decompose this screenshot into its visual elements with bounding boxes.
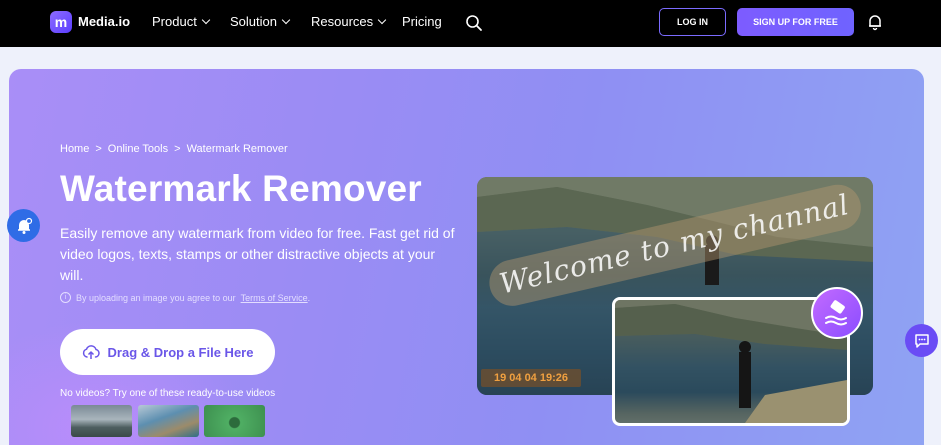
hero-description: Easily remove any watermark from video f…: [60, 225, 455, 283]
search-icon[interactable]: [465, 14, 483, 32]
upload-label: Drag & Drop a File Here: [107, 344, 254, 360]
upload-button[interactable]: Drag & Drop a File Here: [60, 329, 275, 375]
sample-video-thumbnail[interactable]: [71, 405, 132, 437]
bell-icon[interactable]: [866, 13, 884, 31]
breadcrumb-online-tools[interactable]: Online Tools: [108, 143, 168, 155]
terms-of-service-link[interactable]: Terms of Service: [241, 293, 308, 303]
eraser-icon: [811, 287, 863, 339]
nav-item-label: Pricing: [402, 14, 442, 29]
notification-bell-button[interactable]: [7, 209, 40, 242]
date-stamp: 19 04 04 19:26: [481, 369, 581, 387]
terms-notice: i By uploading an image you agree to our…: [60, 292, 310, 303]
nav-item-label: Product: [152, 14, 197, 29]
chevron-down-icon: [201, 15, 211, 24]
chevron-down-icon: [281, 15, 291, 24]
cloud-upload-icon: [82, 345, 100, 359]
breadcrumb: Home > Online Tools > Watermark Remover: [60, 143, 288, 155]
nav-item-resources[interactable]: Resources: [311, 14, 387, 29]
terms-period: .: [307, 292, 311, 303]
page-title: Watermark Remover: [60, 168, 422, 209]
nav-item-label: Resources: [311, 14, 374, 29]
logo-text[interactable]: Media.io: [78, 14, 130, 29]
top-navbar: m Media.io Product Solution Resources Pr…: [0, 0, 941, 47]
chevron-down-icon: [377, 15, 387, 24]
breadcrumb-home[interactable]: Home: [60, 143, 89, 155]
chat-icon: [914, 333, 929, 348]
breadcrumb-separator: >: [95, 143, 102, 155]
sample-video-thumbnail[interactable]: [138, 405, 199, 437]
nav-item-solution[interactable]: Solution: [230, 14, 291, 29]
nav-item-label: Solution: [230, 14, 277, 29]
breadcrumb-separator: >: [174, 143, 181, 155]
terms-text: By uploading an image you agree to our: [76, 292, 236, 303]
logo-icon[interactable]: m: [50, 11, 72, 33]
bell-icon: [17, 217, 32, 234]
breadcrumb-current: Watermark Remover: [186, 143, 288, 155]
nav-item-product[interactable]: Product: [152, 14, 211, 29]
sample-videos-label: No videos? Try one of these ready-to-use…: [60, 388, 276, 399]
nav-item-pricing[interactable]: Pricing: [402, 14, 442, 29]
chat-button[interactable]: [905, 324, 938, 357]
sample-video-thumbnail[interactable]: [204, 405, 265, 437]
signup-button[interactable]: SIGN UP FOR FREE: [737, 8, 854, 36]
info-icon: i: [60, 292, 71, 303]
login-button[interactable]: LOG IN: [659, 8, 726, 36]
